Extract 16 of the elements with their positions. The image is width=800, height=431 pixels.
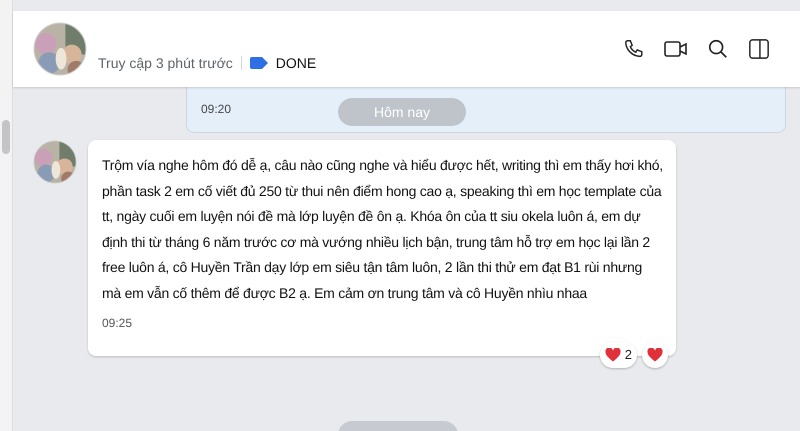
message-time: 09:20 <box>201 101 232 118</box>
video-camera-icon[interactable] <box>664 39 688 59</box>
tag-label: DONE <box>276 54 316 72</box>
last-seen-text: Truy cập 3 phút trước <box>98 54 233 73</box>
avatar <box>33 140 77 184</box>
reaction-count: 2 <box>624 346 632 364</box>
message-time: 09:25 <box>102 315 134 332</box>
phone-icon[interactable] <box>623 38 645 60</box>
heart-icon <box>647 348 663 362</box>
message-text: Trộm vía nghe hôm đó dễ ạ, câu nào cũng nghe và hiểu được hết, writing thì em thấy hơi khó, phần task 2 em cố viết đủ 250 từ thui nên điểm hong cao ạ, speaking thì em học template của tt, ngày cuối em luyện nói đề mà lớp luyện đề ôn ạ. Khóa ôn của tt siu okela luôn á, em dự định thi từ tháng 6 năm trước cơ mà vướng nhiều lịch bận, trung tâm hỗ trợ em học lại lần 2 free luôn á, cô Huyền Trần dạy lớp em siêu tận tâm luôn, 2 lần thi thử em đạt B1 rùi nhưng mà em vẫn cố thêm để được B2 ạ. Em cảm ơn trung tâm và cô Huyền nhìu nhaa <box>102 156 664 303</box>
side-panel-icon[interactable] <box>748 38 770 60</box>
reaction-pill[interactable]: 2 <box>600 342 637 368</box>
reaction-pill[interactable] <box>642 342 668 368</box>
search-icon[interactable] <box>707 38 729 60</box>
heart-icon <box>604 348 621 362</box>
scrollbar-thumb[interactable] <box>2 120 10 154</box>
